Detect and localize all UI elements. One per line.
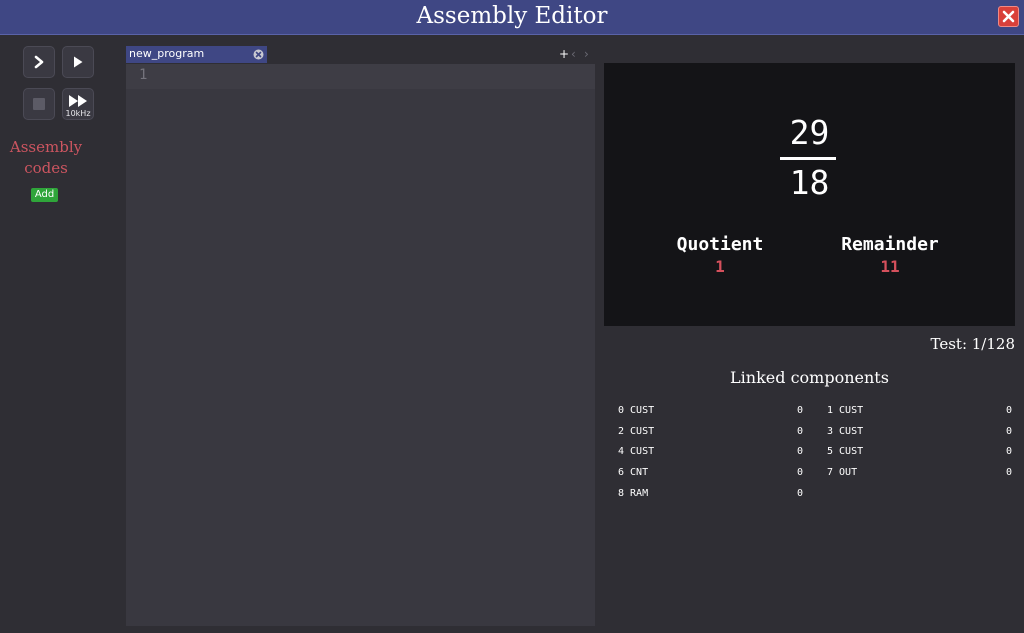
step-button[interactable] — [23, 46, 55, 78]
next-tab-button[interactable]: › — [584, 47, 589, 61]
chevron-right-icon — [34, 55, 44, 69]
numerator: 29 — [789, 113, 830, 152]
list-item: 2 CUST 0 — [618, 426, 803, 437]
play-icon — [74, 56, 83, 68]
list-item: 0 CUST 0 — [618, 405, 803, 416]
tab-close-icon[interactable] — [253, 49, 264, 60]
tab-new-program[interactable]: new_program — [126, 46, 267, 63]
assembly-codes-heading: Assembly codes — [9, 138, 83, 177]
fraction-bar — [780, 157, 836, 160]
tab-navigation: + ‹ › — [556, 47, 596, 62]
stop-icon — [33, 98, 45, 110]
list-item: 5 CUST 0 — [827, 446, 1012, 457]
list-item: 7 OUT 0 — [827, 467, 1012, 478]
remainder-value: 11 — [880, 257, 900, 276]
remainder-label: Remainder — [841, 234, 939, 255]
fast-forward-icon — [69, 95, 87, 107]
denominator: 18 — [789, 163, 830, 202]
list-item: 6 CNT 0 — [618, 467, 803, 478]
tab-label: new_program — [129, 47, 205, 60]
run-button[interactable] — [62, 46, 94, 78]
title-bar: Assembly Editor — [0, 0, 1024, 35]
list-item: 4 CUST 0 — [618, 446, 803, 457]
stop-button[interactable] — [23, 88, 55, 120]
fast-forward-button[interactable]: 10kHz — [62, 88, 94, 120]
add-button[interactable]: Add — [31, 188, 58, 202]
window-title: Assembly Editor — [416, 3, 608, 29]
list-item: 3 CUST 0 — [827, 426, 1012, 437]
test-status: Test: 1/128 — [930, 335, 1016, 353]
new-tab-button[interactable]: + — [559, 47, 569, 61]
list-item: 8 RAM 0 — [618, 488, 803, 499]
list-item: 1 CUST 0 — [827, 405, 1012, 416]
close-button[interactable] — [998, 6, 1019, 27]
previous-tab-button[interactable]: ‹ — [571, 47, 576, 61]
line-number: 1 — [139, 67, 148, 83]
speed-label: 10kHz — [65, 109, 91, 118]
output-display: 29 18 Quotient 1 Remainder 11 — [604, 63, 1015, 326]
close-icon — [1002, 10, 1015, 23]
quotient-label: Quotient — [676, 234, 764, 255]
code-editor[interactable]: 1 — [126, 64, 595, 626]
quotient-value: 1 — [715, 257, 725, 276]
editor-current-line[interactable]: 1 — [126, 64, 595, 89]
linked-components-title: Linked components — [730, 368, 889, 387]
